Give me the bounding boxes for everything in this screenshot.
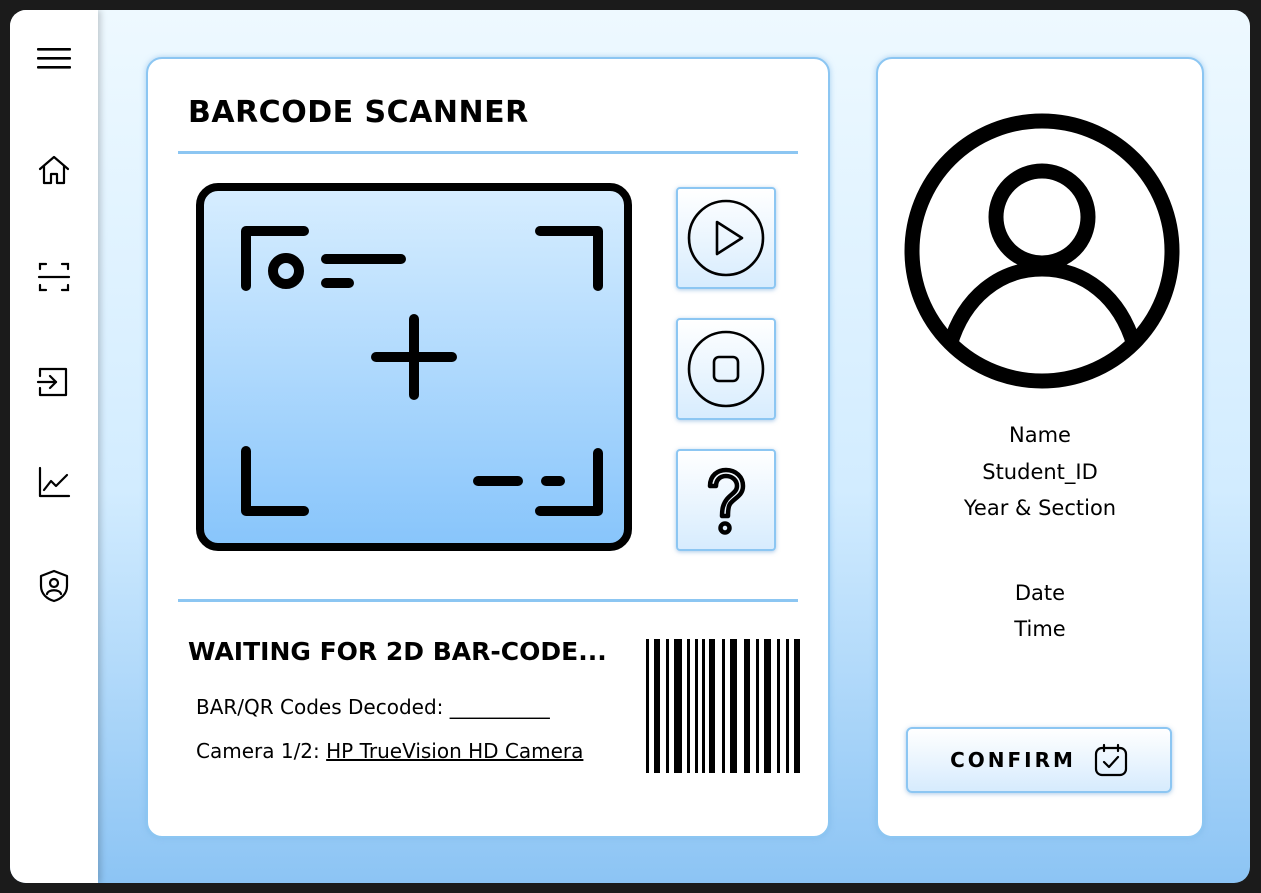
scan-status: WAITING FOR 2D BAR-CODE... — [188, 637, 607, 666]
divider-top — [178, 151, 798, 154]
stop-button[interactable] — [676, 318, 776, 420]
user-avatar-icon — [904, 113, 1180, 389]
camera-link[interactable]: HP TrueVision HD Camera — [326, 739, 583, 763]
confirm-button[interactable]: CONFIRM — [906, 727, 1172, 793]
decoded-value: __________ — [449, 695, 550, 719]
scanner-panel: BARCODE SCANNER WAITING FOR 2D BAR-CODE.… — [146, 57, 830, 838]
sidebar-item-scan[interactable] — [32, 255, 76, 299]
sidebar-item-home[interactable] — [32, 148, 76, 192]
student-id: Student_ID — [982, 460, 1098, 484]
calendar-check-icon — [1094, 743, 1128, 777]
camera-selector: Camera 1/2: HP TrueVision HD Camera — [196, 739, 583, 763]
chart-icon — [38, 466, 71, 498]
scan-time: Time — [1014, 617, 1066, 641]
menu-icon — [37, 48, 71, 69]
play-icon — [687, 199, 765, 277]
play-button[interactable] — [676, 187, 776, 289]
scan-date: Date — [1014, 581, 1066, 605]
page-title: BARCODE SCANNER — [188, 95, 529, 130]
sidebar — [10, 10, 98, 883]
confirm-label: CONFIRM — [950, 748, 1076, 772]
scan-icon — [37, 262, 71, 292]
help-button[interactable] — [676, 449, 776, 551]
camera-viewfinder[interactable] — [196, 183, 632, 551]
student-profile-panel: Name Student_ID Year & Section Date Time… — [876, 57, 1204, 838]
menu-button[interactable] — [32, 36, 76, 80]
sidebar-item-analytics[interactable] — [32, 460, 76, 504]
camera-label: Camera 1/2: — [196, 739, 320, 763]
viewfinder-overlay — [241, 226, 603, 516]
decoded-label: BAR/QR Codes Decoded: — [196, 695, 444, 719]
stop-icon — [687, 330, 765, 408]
decoded-count: BAR/QR Codes Decoded: __________ — [196, 695, 550, 719]
user-shield-icon — [39, 569, 69, 603]
year-section: Year & Section — [963, 496, 1117, 520]
help-icon — [707, 467, 746, 535]
barcode-icon — [646, 639, 800, 773]
login-icon — [36, 367, 68, 397]
app-window: BARCODE SCANNER WAITING FOR 2D BAR-CODE.… — [10, 10, 1250, 883]
sidebar-item-account[interactable] — [32, 564, 76, 608]
sidebar-item-login[interactable] — [32, 360, 76, 404]
student-name: Name — [1009, 423, 1071, 447]
home-icon — [38, 155, 70, 185]
divider-bottom — [178, 599, 798, 602]
